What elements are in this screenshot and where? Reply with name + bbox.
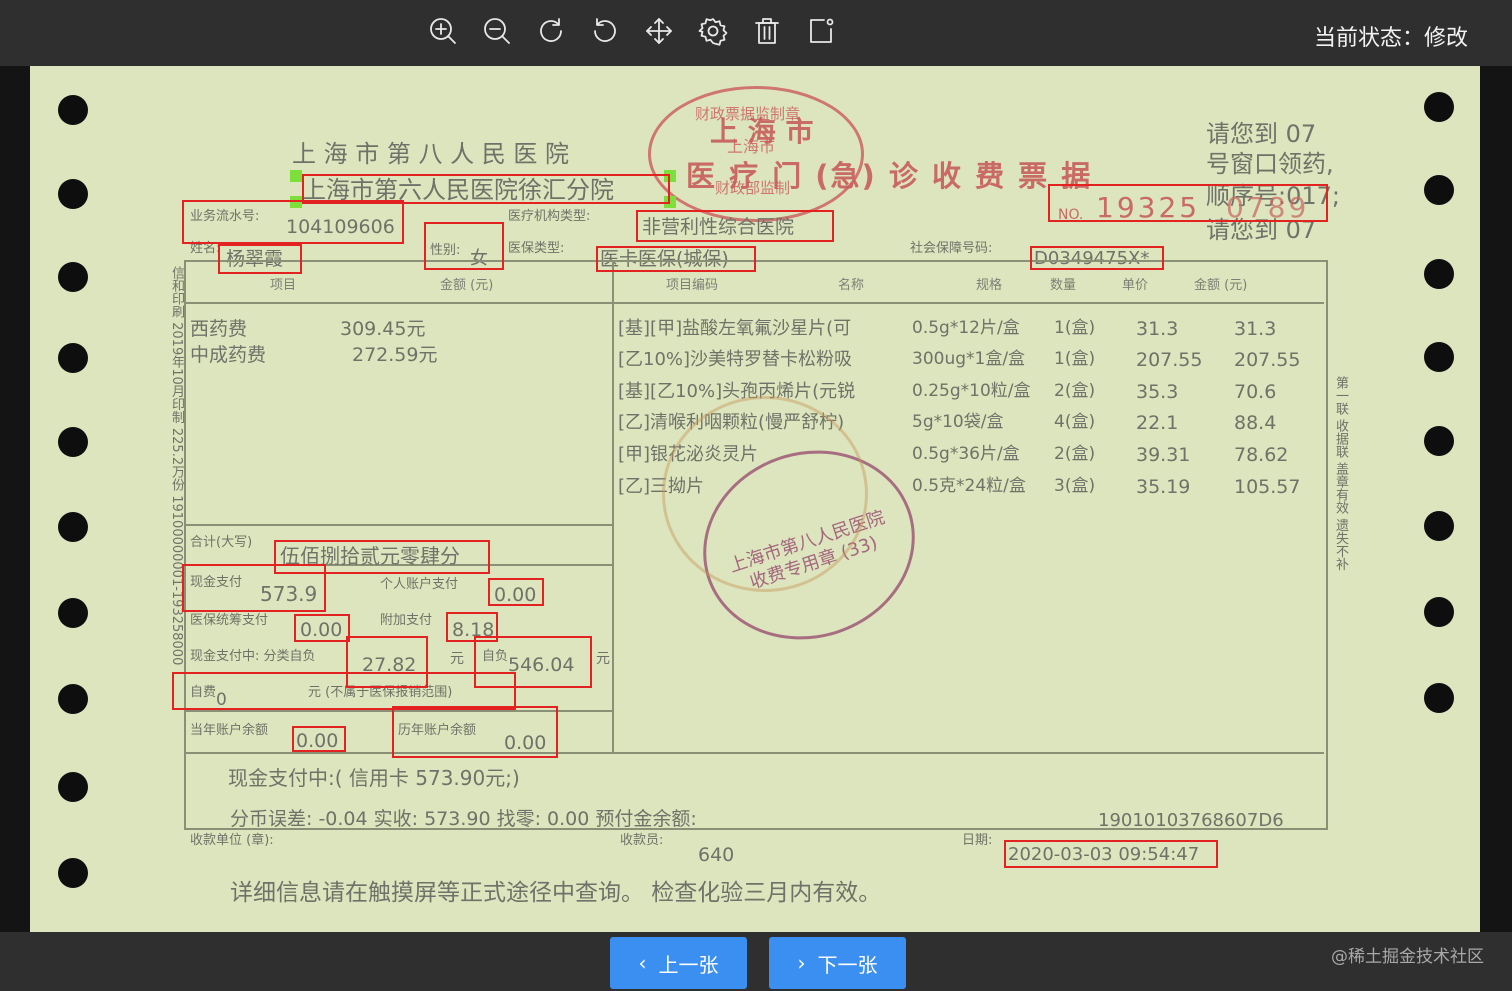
status-label: 当前状态：修改 [1313, 26, 1468, 51]
binder-hole [1424, 259, 1454, 289]
binder-hole [1424, 426, 1454, 456]
yuan-unit: 元 [450, 651, 464, 667]
ocr-box-prev-acct[interactable] [392, 706, 558, 758]
ocr-box-insurance-type[interactable] [596, 246, 756, 272]
window-note-1: 请您到 07 [1206, 120, 1317, 148]
finance-stamp: 财政票据监制章 上海市 财政部监制 [648, 86, 864, 222]
binder-hole [1424, 683, 1454, 713]
chevron-left-icon: ‹ [638, 951, 647, 975]
header-total: 金额 (元) [1194, 278, 1248, 293]
bottom-bar: ‹ 上一张 › 下一张 @稀土掘金技术社区 [0, 932, 1512, 991]
next-button-label: 下一张 [817, 952, 878, 977]
next-button[interactable]: › 下一张 [769, 937, 906, 989]
rounding-note: 分币误差: -0.04 实收: 573.90 找零: 0.00 预付金余额: [230, 808, 697, 830]
hospital-name: 上 海 市 第 八 人 民 医 院 [292, 140, 570, 168]
insurance-type-label: 医保类型: [508, 241, 565, 256]
settings-icon[interactable] [696, 14, 730, 48]
binder-hole [58, 684, 88, 714]
binder-hole [1424, 342, 1454, 372]
move-icon[interactable] [642, 14, 676, 48]
edit-icon[interactable] [804, 14, 838, 48]
header-spec: 规格 [976, 278, 1003, 293]
binder-hole [1424, 511, 1454, 541]
fee-item-amount: 309.45元 [340, 318, 426, 340]
date-label: 日期: [962, 833, 993, 848]
header-item: 项目 [270, 278, 297, 293]
ocr-box-social-no[interactable] [1030, 246, 1164, 270]
binder-hole [58, 858, 88, 888]
zoom-in-icon[interactable] [426, 14, 460, 48]
ocr-box-personal-acct[interactable] [488, 578, 544, 606]
selection-handle[interactable] [290, 170, 302, 182]
ocr-box-receipt-no[interactable] [1048, 184, 1328, 222]
curr-acct-label: 当年账户余额 [190, 723, 269, 738]
header-name: 名称 [838, 278, 865, 293]
ocr-box-date[interactable] [1004, 840, 1218, 868]
ocr-box-serial[interactable] [182, 200, 404, 244]
insurance-pay-label: 医保统筹支付 [190, 613, 269, 628]
window-note-2: 号窗口领药, [1206, 150, 1334, 178]
table-divider [184, 302, 1324, 304]
receipt-image: 上 海 市 第 八 人 民 医 院 上海市第六人民医院徐汇分院 医 疗 门 (急… [30, 66, 1480, 932]
prev-button-label: 上一张 [658, 952, 719, 977]
binder-hole [58, 262, 88, 292]
zoom-out-icon[interactable] [480, 14, 514, 48]
ocr-box-inst-type[interactable] [636, 210, 834, 242]
additional-label: 附加支付 [380, 613, 433, 628]
header-qty: 数量 [1050, 278, 1077, 293]
table-divider [184, 524, 614, 526]
personal-acct-label: 个人账户支付 [380, 577, 459, 592]
faded-stamp [662, 396, 868, 592]
yuan-unit: 元 [596, 651, 610, 667]
ocr-box-curr-acct[interactable] [292, 726, 346, 752]
side-print-right: 第一联 收据联 盖章有效 遗失不补 [1333, 376, 1348, 571]
top-toolbar: 当前状态：修改 [0, 0, 1512, 66]
header-code: 项目编码 [666, 278, 719, 293]
social-no-label: 社会保障号码: [910, 241, 993, 256]
binder-hole [1424, 597, 1454, 627]
ocr-box-insurance-pay[interactable] [294, 614, 350, 642]
footer-note: 详细信息请在触摸屏等正式途径中查询。 检查化验三月内有效。 [230, 880, 882, 906]
binder-hole [58, 179, 88, 209]
binder-hole [1424, 92, 1454, 122]
header-amount: 金额 (元) [440, 278, 494, 293]
binder-hole [58, 427, 88, 457]
prev-button[interactable]: ‹ 上一张 [610, 937, 747, 989]
delete-icon[interactable] [750, 14, 784, 48]
binder-hole [1424, 175, 1454, 205]
chevron-right-icon: › [797, 951, 806, 975]
payee-label: 收款员: [620, 833, 664, 848]
table-divider [612, 260, 614, 752]
ocr-box-gender[interactable] [424, 222, 504, 270]
rotate-counterclockwise-icon[interactable] [588, 14, 622, 48]
payee-value: 640 [698, 844, 735, 866]
cash-in-label: 现金支付中: 分类自负 [190, 649, 316, 664]
ocr-box-self-pay[interactable] [172, 672, 516, 710]
binder-hole [58, 598, 88, 628]
cash-note: 现金支付中:( 信用卡 573.90元;) [228, 766, 520, 790]
header-price: 单价 [1122, 278, 1149, 293]
binder-hole [58, 95, 88, 125]
fee-item-name: 西药费 [190, 318, 248, 340]
table-divider [184, 752, 1324, 754]
binder-hole [58, 772, 88, 802]
inst-type-label: 医疗机构类型: [508, 209, 591, 224]
code-number: 19010103768607D6 [1098, 810, 1284, 831]
rotate-clockwise-icon[interactable] [534, 14, 568, 48]
ocr-box-name[interactable] [218, 244, 302, 274]
ocr-box-cash[interactable] [182, 564, 326, 612]
watermark: @稀土掘金技术社区 [1331, 947, 1484, 967]
binder-hole [58, 343, 88, 373]
fee-item-amount: 272.59元 [352, 344, 438, 366]
fee-item-name: 中成药费 [190, 344, 267, 366]
image-viewer[interactable]: 上 海 市 第 八 人 民 医 院 上海市第六人民医院徐汇分院 医 疗 门 (急… [0, 66, 1512, 932]
binder-hole [58, 512, 88, 542]
payee-unit-label: 收款单位 (章): [190, 833, 274, 848]
total-caps-label: 合计(大写) [190, 535, 253, 550]
